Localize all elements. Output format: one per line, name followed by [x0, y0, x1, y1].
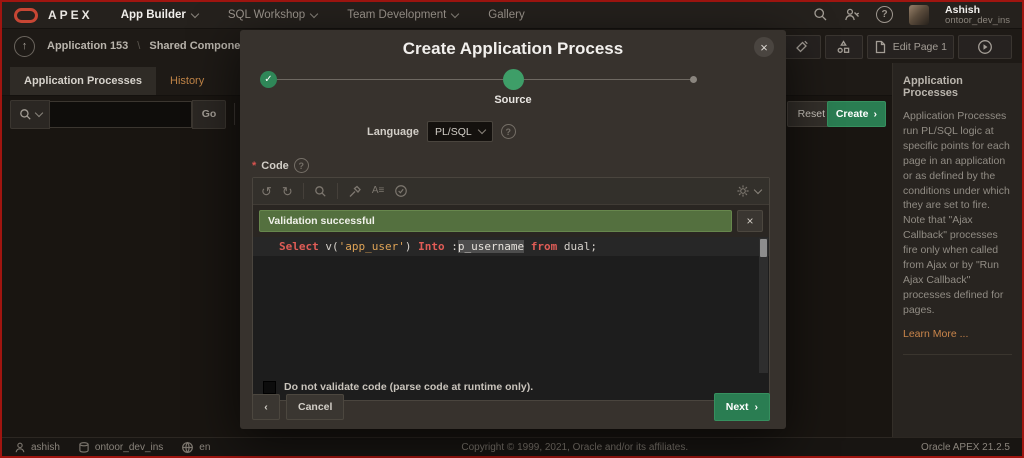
- chevron-right-icon: ›: [755, 401, 759, 413]
- breadcrumb-application[interactable]: Application 153: [47, 40, 128, 52]
- language-help-icon[interactable]: ?: [501, 124, 516, 139]
- breadcrumb-separator: \: [137, 40, 140, 52]
- code-editor: ↺ ↻ A≡: [252, 177, 770, 401]
- footer-user[interactable]: ashish: [14, 441, 60, 454]
- footer-language-label: en: [199, 442, 210, 453]
- next-button[interactable]: Next›: [714, 393, 770, 421]
- chevron-right-icon: ›: [874, 108, 878, 120]
- nav-item-team-development[interactable]: Team Development: [347, 9, 458, 21]
- chevron-down-icon: [754, 185, 762, 193]
- find-icon[interactable]: [314, 185, 327, 198]
- divider: [303, 183, 304, 199]
- chevron-down-icon: [310, 9, 318, 17]
- tab-application-processes[interactable]: Application Processes: [10, 67, 156, 95]
- editor-scrollbar[interactable]: [759, 238, 768, 373]
- dialog-title: Create Application Process: [240, 30, 786, 59]
- apex-screen: APEX App Builder SQL Workshop Team Devel…: [0, 0, 1024, 458]
- dismiss-banner-icon[interactable]: ×: [737, 210, 763, 232]
- edit-page-button[interactable]: Edit Page 1: [867, 35, 954, 59]
- shared-components-button[interactable]: [825, 35, 863, 59]
- wizard-track: [268, 79, 694, 80]
- nav-item-gallery[interactable]: Gallery: [488, 9, 524, 21]
- create-button[interactable]: Create›: [827, 101, 886, 127]
- validation-banner-row: Validation successful ×: [253, 205, 769, 237]
- dialog-footer: ‹ Cancel Next›: [240, 385, 786, 429]
- admin-icon[interactable]: [844, 7, 860, 22]
- cancel-button[interactable]: Cancel: [286, 394, 344, 420]
- search-scope-button[interactable]: [10, 100, 50, 129]
- wizard-progress: ✓ Source: [240, 65, 786, 113]
- divider: [903, 354, 1012, 355]
- user-info[interactable]: Ashish ontoor_dev_ins: [945, 4, 1010, 27]
- nav-item-app-builder[interactable]: App Builder: [121, 9, 198, 21]
- learn-more-link[interactable]: Learn More ...: [903, 328, 1012, 340]
- required-indicator: *: [252, 160, 256, 172]
- code-line: Select v('app_user') Into :p_username fr…: [253, 237, 769, 256]
- help-icon[interactable]: ?: [876, 6, 893, 23]
- apex-brand[interactable]: APEX: [48, 8, 93, 22]
- footer-database-label: ontoor_dev_ins: [95, 442, 163, 453]
- user-avatar[interactable]: [909, 5, 929, 25]
- theme-roller-button[interactable]: [783, 35, 821, 59]
- editor-toolbar: ↺ ↻ A≡: [253, 178, 769, 205]
- undo-icon[interactable]: ↺: [261, 185, 272, 198]
- footer-language[interactable]: en: [181, 441, 210, 454]
- user-name: Ashish: [945, 4, 1010, 16]
- copyright-text: Copyright © 1999, 2021, Oracle and/or it…: [228, 442, 921, 453]
- search-input[interactable]: [50, 101, 192, 128]
- create-application-process-dialog: Create Application Process × ✓ Source La…: [240, 30, 786, 429]
- run-page-button[interactable]: [958, 35, 1012, 59]
- code-field: * Code ? ↺ ↻ A≡: [252, 158, 770, 401]
- divider: [234, 103, 235, 125]
- code-text-area[interactable]: Select v('app_user') Into :p_username fr…: [253, 237, 769, 374]
- sidebar-help-text: Application Processes run PL/SQL logic a…: [903, 109, 1012, 318]
- scrollbar-thumb[interactable]: [760, 239, 767, 257]
- editor-settings-button[interactable]: [736, 184, 761, 198]
- edit-page-label: Edit Page 1: [893, 41, 947, 53]
- sidebar-title: Application Processes: [903, 75, 1012, 99]
- language-label: Language: [367, 126, 419, 138]
- nav-item-sql-workshop[interactable]: SQL Workshop: [228, 9, 317, 21]
- go-button[interactable]: Go: [192, 100, 226, 129]
- chevron-down-icon: [451, 9, 459, 17]
- redo-icon[interactable]: ↻: [282, 185, 293, 198]
- autocomplete-icon[interactable]: [348, 185, 362, 198]
- help-sidebar: Application Processes Application Proces…: [892, 63, 1022, 437]
- wizard-step-completed-icon: ✓: [260, 71, 277, 88]
- up-level-button[interactable]: ↑: [14, 36, 35, 57]
- validate-icon[interactable]: [394, 184, 408, 198]
- oracle-logo-icon[interactable]: [14, 8, 38, 23]
- search-icon[interactable]: [813, 7, 828, 22]
- code-label: Code: [261, 160, 289, 172]
- user-workspace: ontoor_dev_ins: [945, 16, 1010, 27]
- footer-database[interactable]: ontoor_dev_ins: [78, 441, 163, 454]
- wizard-step-current: [503, 69, 524, 90]
- validation-success-banner: Validation successful: [259, 210, 732, 232]
- chevron-down-icon: [191, 9, 199, 17]
- chevron-down-icon: [477, 126, 485, 134]
- version-text: Oracle APEX 21.2.5: [921, 442, 1010, 453]
- language-select[interactable]: PL/SQL: [427, 121, 493, 142]
- divider: [337, 183, 338, 199]
- footer-user-label: ashish: [31, 442, 60, 453]
- wizard-step-upcoming: [690, 76, 697, 83]
- top-nav: APEX App Builder SQL Workshop Team Devel…: [2, 2, 1022, 29]
- close-icon[interactable]: ×: [754, 37, 774, 57]
- tab-history[interactable]: History: [156, 67, 218, 95]
- language-field-row: Language PL/SQL ?: [367, 121, 786, 142]
- previous-step-button[interactable]: ‹: [252, 394, 280, 420]
- page-footer: ashish ontoor_dev_ins en Copyright © 199…: [2, 437, 1022, 456]
- code-help-icon[interactable]: ?: [294, 158, 309, 173]
- case-icon[interactable]: A≡: [372, 186, 385, 196]
- wizard-step-label: Source: [473, 94, 553, 106]
- chevron-down-icon: [34, 108, 42, 116]
